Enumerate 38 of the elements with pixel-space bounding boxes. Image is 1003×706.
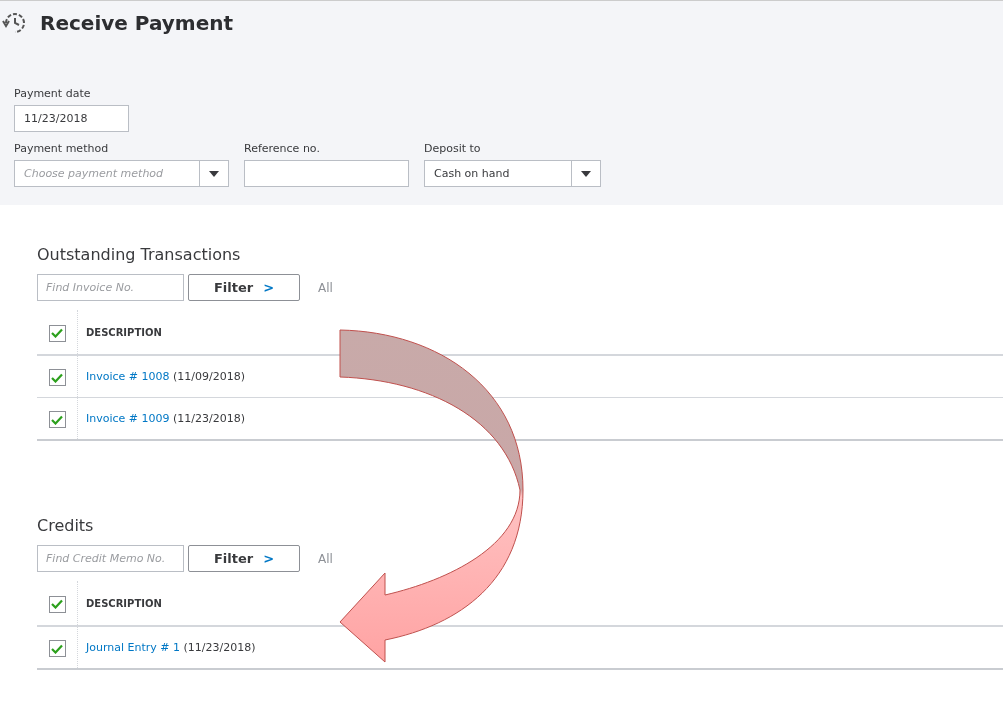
all-link[interactable]: All — [318, 280, 333, 295]
transaction-link[interactable]: Journal Entry # 1 — [86, 641, 180, 654]
field-label: Payment method — [14, 142, 110, 155]
column-header: DESCRIPTION — [86, 597, 162, 609]
search-field[interactable]: Find Invoice No. — [37, 274, 184, 301]
page-title: Receive Payment — [40, 11, 234, 35]
field-label: Payment date — [14, 87, 92, 100]
date-field[interactable]: 11/23/2018 — [14, 105, 129, 132]
transaction-description: Invoice # 1009 (11/23/2018) — [86, 412, 245, 425]
reference-field[interactable] — [244, 160, 409, 187]
checkmark-icon — [51, 372, 63, 383]
history-icon — [2, 11, 28, 35]
transaction-description: Invoice # 1008 (11/09/2018) — [86, 370, 245, 383]
column-header: DESCRIPTION — [86, 326, 162, 338]
field-label: Deposit to — [424, 142, 482, 155]
checkmark-icon — [51, 328, 63, 338]
search-field[interactable]: Find Credit Memo No. — [37, 545, 184, 572]
transaction-link[interactable]: Invoice # 1008 — [86, 370, 170, 383]
checkbox[interactable] — [48, 324, 66, 342]
deposit-dropdown[interactable]: Cash on hand — [424, 160, 601, 187]
checkmark-icon — [51, 643, 63, 654]
all-link[interactable]: All — [318, 551, 333, 566]
payment-method-dropdown[interactable]: Choose payment method — [14, 160, 229, 187]
checkmark-icon — [51, 599, 63, 609]
caret-icon — [209, 170, 219, 177]
section-title: Outstanding Transactions — [37, 245, 242, 264]
transaction-link[interactable]: Invoice # 1009 — [86, 412, 170, 425]
checkbox[interactable] — [48, 369, 66, 386]
caret-icon — [581, 170, 591, 177]
checkbox[interactable] — [48, 640, 66, 657]
transaction-description: Journal Entry # 1 (11/23/2018) — [86, 641, 256, 654]
checkbox[interactable] — [48, 595, 66, 613]
checkbox[interactable] — [48, 411, 66, 428]
section-title: Credits — [37, 516, 95, 535]
filter-button[interactable]: Filter > — [188, 545, 300, 572]
checkmark-icon — [51, 414, 63, 425]
field-label: Reference no. — [244, 142, 321, 155]
filter-button[interactable]: Filter > — [188, 274, 300, 301]
